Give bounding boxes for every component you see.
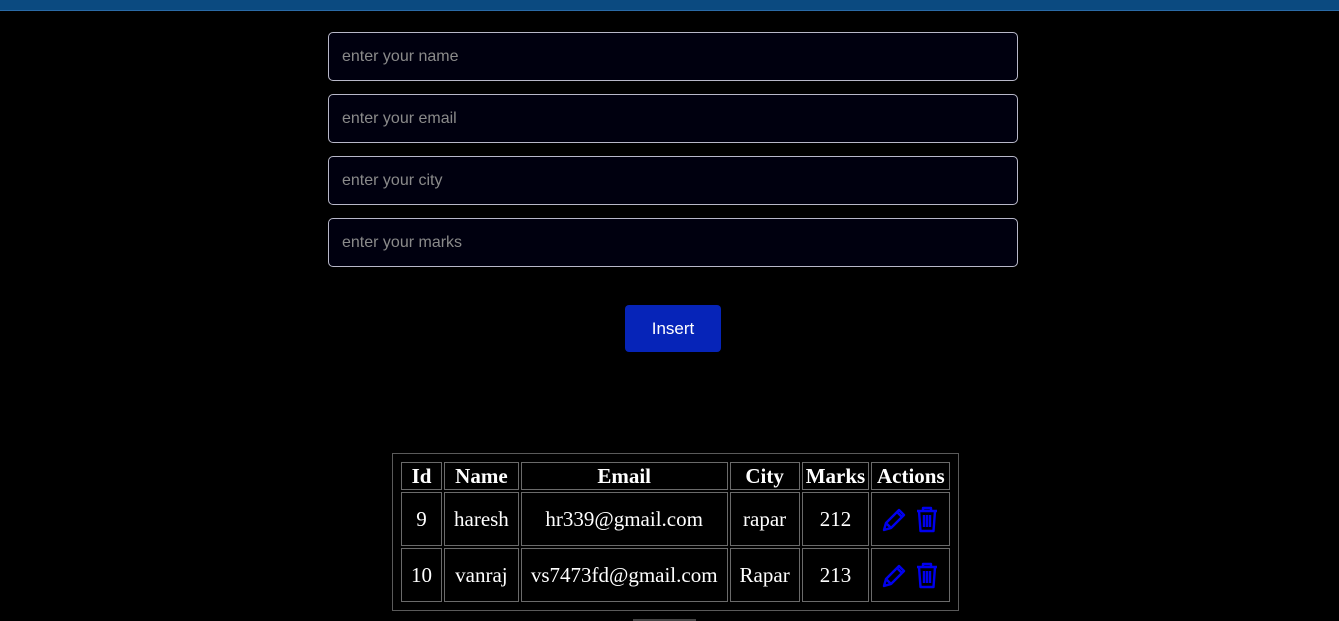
- cell-city: Rapar: [729, 548, 800, 602]
- header-email: Email: [520, 462, 728, 490]
- pencil-icon[interactable]: [880, 560, 908, 590]
- pencil-icon[interactable]: [880, 504, 908, 534]
- city-input[interactable]: [328, 156, 1018, 205]
- trash-icon[interactable]: [913, 560, 941, 590]
- cell-actions: [871, 492, 951, 546]
- cell-email: vs7473fd@gmail.com: [520, 548, 728, 602]
- cell-name: vanraj: [444, 548, 519, 602]
- table-header-row: Id Name Email City Marks Actions: [401, 462, 951, 490]
- table-row: 9 haresh hr339@gmail.com rapar 212: [401, 492, 951, 546]
- cell-city: rapar: [729, 492, 800, 546]
- trash-icon[interactable]: [913, 504, 941, 534]
- cell-email: hr339@gmail.com: [520, 492, 728, 546]
- cell-name: haresh: [444, 492, 519, 546]
- insert-button[interactable]: Insert: [625, 305, 721, 352]
- cell-actions: [871, 548, 951, 602]
- top-bar: [0, 0, 1339, 11]
- header-marks: Marks: [801, 462, 870, 490]
- cell-id: 10: [401, 548, 442, 602]
- email-input[interactable]: [328, 94, 1018, 143]
- header-id: Id: [401, 462, 442, 490]
- table-row: 10 vanraj vs7473fd@gmail.com Rapar 213: [401, 548, 951, 602]
- cell-marks: 213: [801, 548, 870, 602]
- header-actions: Actions: [871, 462, 951, 490]
- cell-marks: 212: [801, 492, 870, 546]
- records-table: Id Name Email City Marks Actions 9 hares…: [399, 460, 952, 604]
- header-name: Name: [444, 462, 519, 490]
- student-form: [328, 32, 1018, 280]
- marks-input[interactable]: [328, 218, 1018, 267]
- header-city: City: [729, 462, 800, 490]
- records-table-container: Id Name Email City Marks Actions 9 hares…: [392, 453, 960, 611]
- cell-id: 9: [401, 492, 442, 546]
- name-input[interactable]: [328, 32, 1018, 81]
